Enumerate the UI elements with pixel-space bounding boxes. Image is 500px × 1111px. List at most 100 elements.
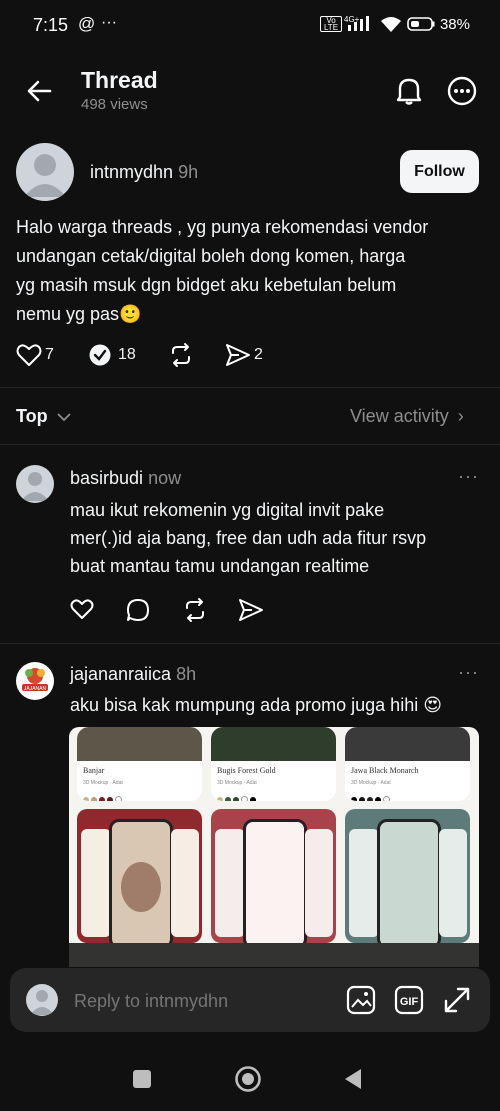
- repost-icon[interactable]: [168, 342, 194, 368]
- card-swatches: [77, 786, 202, 801]
- post-text-line: undangan cetak/digital boleh dong komen,…: [16, 246, 406, 266]
- home-icon[interactable]: [234, 1065, 262, 1093]
- mockup-jawa: [345, 809, 470, 943]
- card-swatches: [345, 786, 470, 801]
- bell-icon[interactable]: [395, 76, 423, 106]
- template-card: Bugis Forest Gold 3D Mockup · Adat: [211, 727, 336, 801]
- card-thumbnail: [211, 727, 336, 761]
- swatch: [99, 797, 105, 801]
- card-title: Bugis Forest Gold: [217, 766, 276, 775]
- swatch: [250, 797, 256, 801]
- post-time: 9h: [178, 162, 199, 182]
- comment-username[interactable]: jajananraiica: [70, 664, 171, 684]
- swatch: [383, 796, 390, 801]
- divider: [0, 444, 500, 445]
- card-title: Banjar: [83, 766, 105, 775]
- mockup-phone: [81, 829, 111, 937]
- more-notifications-icon: ···: [101, 14, 117, 31]
- reply-icon[interactable]: [88, 343, 112, 367]
- back-arrow-icon[interactable]: [26, 78, 52, 104]
- comment-time: now: [148, 468, 182, 488]
- avatar-text: JAJANAN: [24, 686, 47, 692]
- comment-text-line: mer(.)id aja bang, free dan udh ada fitu…: [70, 528, 427, 548]
- signal-icon: 4G+: [344, 14, 374, 32]
- recent-apps-icon[interactable]: [132, 1069, 152, 1089]
- swatch: [83, 797, 89, 801]
- comment-image[interactable]: Banjar 3D Mockup · Adat Bugis Forest Gol…: [69, 727, 479, 967]
- gif-icon[interactable]: GIF: [394, 985, 424, 1015]
- view-activity-link[interactable]: View activity ›: [350, 406, 464, 427]
- swatch: [91, 797, 97, 801]
- comment-header: basirbudi now: [70, 468, 181, 489]
- page-title: Thread: [81, 67, 158, 93]
- more-options-icon[interactable]: [447, 76, 477, 106]
- comment-text: mau ikut rekomenin yg digital invit pake…: [70, 496, 490, 580]
- swatch: [375, 797, 381, 801]
- sort-dropdown[interactable]: Top: [16, 406, 71, 427]
- image-fade: [69, 943, 479, 967]
- swatch: [217, 797, 223, 801]
- user-avatar: [26, 984, 58, 1016]
- swatch: [359, 797, 365, 801]
- reply-input[interactable]: [72, 984, 331, 1018]
- status-time: 7:15: [33, 15, 69, 35]
- chevron-right-icon: ›: [457, 406, 464, 426]
- share-count: 2: [254, 346, 263, 363]
- mockup-phone: [439, 829, 467, 937]
- swatch: [107, 797, 113, 801]
- share-icon[interactable]: [238, 598, 264, 622]
- reply-icon[interactable]: [126, 598, 150, 622]
- view-activity-label: View activity: [350, 406, 449, 426]
- template-card: Jawa Black Monarch 3D Mockup · Adat: [345, 727, 470, 801]
- comment-text-line: buat mantau tamu undangan realtime: [70, 556, 370, 576]
- comment-more-icon[interactable]: ···: [458, 662, 479, 683]
- author-username[interactable]: intnmydhn: [90, 162, 173, 182]
- view-count: 498 views: [81, 96, 148, 113]
- swatch: [367, 797, 373, 801]
- repost-icon[interactable]: [182, 597, 208, 623]
- like-icon[interactable]: [70, 598, 94, 620]
- like-count: 7: [45, 346, 54, 363]
- like-icon[interactable]: [16, 343, 42, 367]
- mockup-phone: [171, 829, 199, 937]
- author-line: intnmydhn 9h: [90, 162, 198, 183]
- comment-header: jajananraiica 8h: [70, 664, 196, 685]
- mockup-phone: [215, 829, 245, 937]
- comment-text-line: mau ikut rekomenin yg digital invit pake: [70, 500, 385, 520]
- share-icon[interactable]: [225, 343, 251, 367]
- comment-avatar[interactable]: [16, 465, 54, 503]
- comment-text-line: aku bisa kak mumpung ada promo juga hihi…: [70, 695, 442, 715]
- mockup-bugis: [211, 809, 336, 943]
- post-text: Halo warga threads , yg punya rekomendas…: [16, 213, 486, 329]
- card-swatches: [211, 786, 336, 801]
- svg-text:GIF: GIF: [400, 996, 419, 1008]
- status-bar: 7:15 @ ··· Vo LTE 4G+ 38%: [0, 0, 500, 52]
- mockup-banjar: [77, 809, 202, 943]
- follow-button[interactable]: Follow: [400, 150, 479, 193]
- sort-label: Top: [16, 406, 48, 426]
- swatch: [241, 796, 248, 801]
- post-text-line: nemu yg pas🙂: [16, 304, 142, 324]
- template-card: Banjar 3D Mockup · Adat: [77, 727, 202, 801]
- divider: [0, 643, 500, 644]
- back-nav-icon[interactable]: [343, 1068, 363, 1090]
- comment-more-icon[interactable]: ···: [458, 466, 479, 487]
- volte-icon: Vo LTE: [320, 16, 342, 32]
- comment-avatar[interactable]: JAJANAN: [16, 662, 54, 700]
- mockup-phone: [349, 829, 379, 937]
- battery-icon: [407, 17, 435, 31]
- expand-icon[interactable]: [442, 985, 472, 1015]
- divider: [0, 387, 500, 388]
- image-icon[interactable]: [346, 985, 376, 1015]
- threads-notif-icon: @: [78, 14, 96, 33]
- mockup-photo: [121, 862, 161, 912]
- card-thumbnail: [345, 727, 470, 761]
- comment-username[interactable]: basirbudi: [70, 468, 143, 488]
- swatch: [233, 797, 239, 801]
- author-avatar[interactable]: [16, 143, 74, 201]
- reply-count: 18: [118, 346, 136, 363]
- swatch: [351, 797, 357, 801]
- wifi-icon: [380, 16, 402, 32]
- svg-text:4G+: 4G+: [344, 15, 360, 24]
- post-text-line: yg masih msuk dgn bidget aku kebetulan b…: [16, 275, 397, 295]
